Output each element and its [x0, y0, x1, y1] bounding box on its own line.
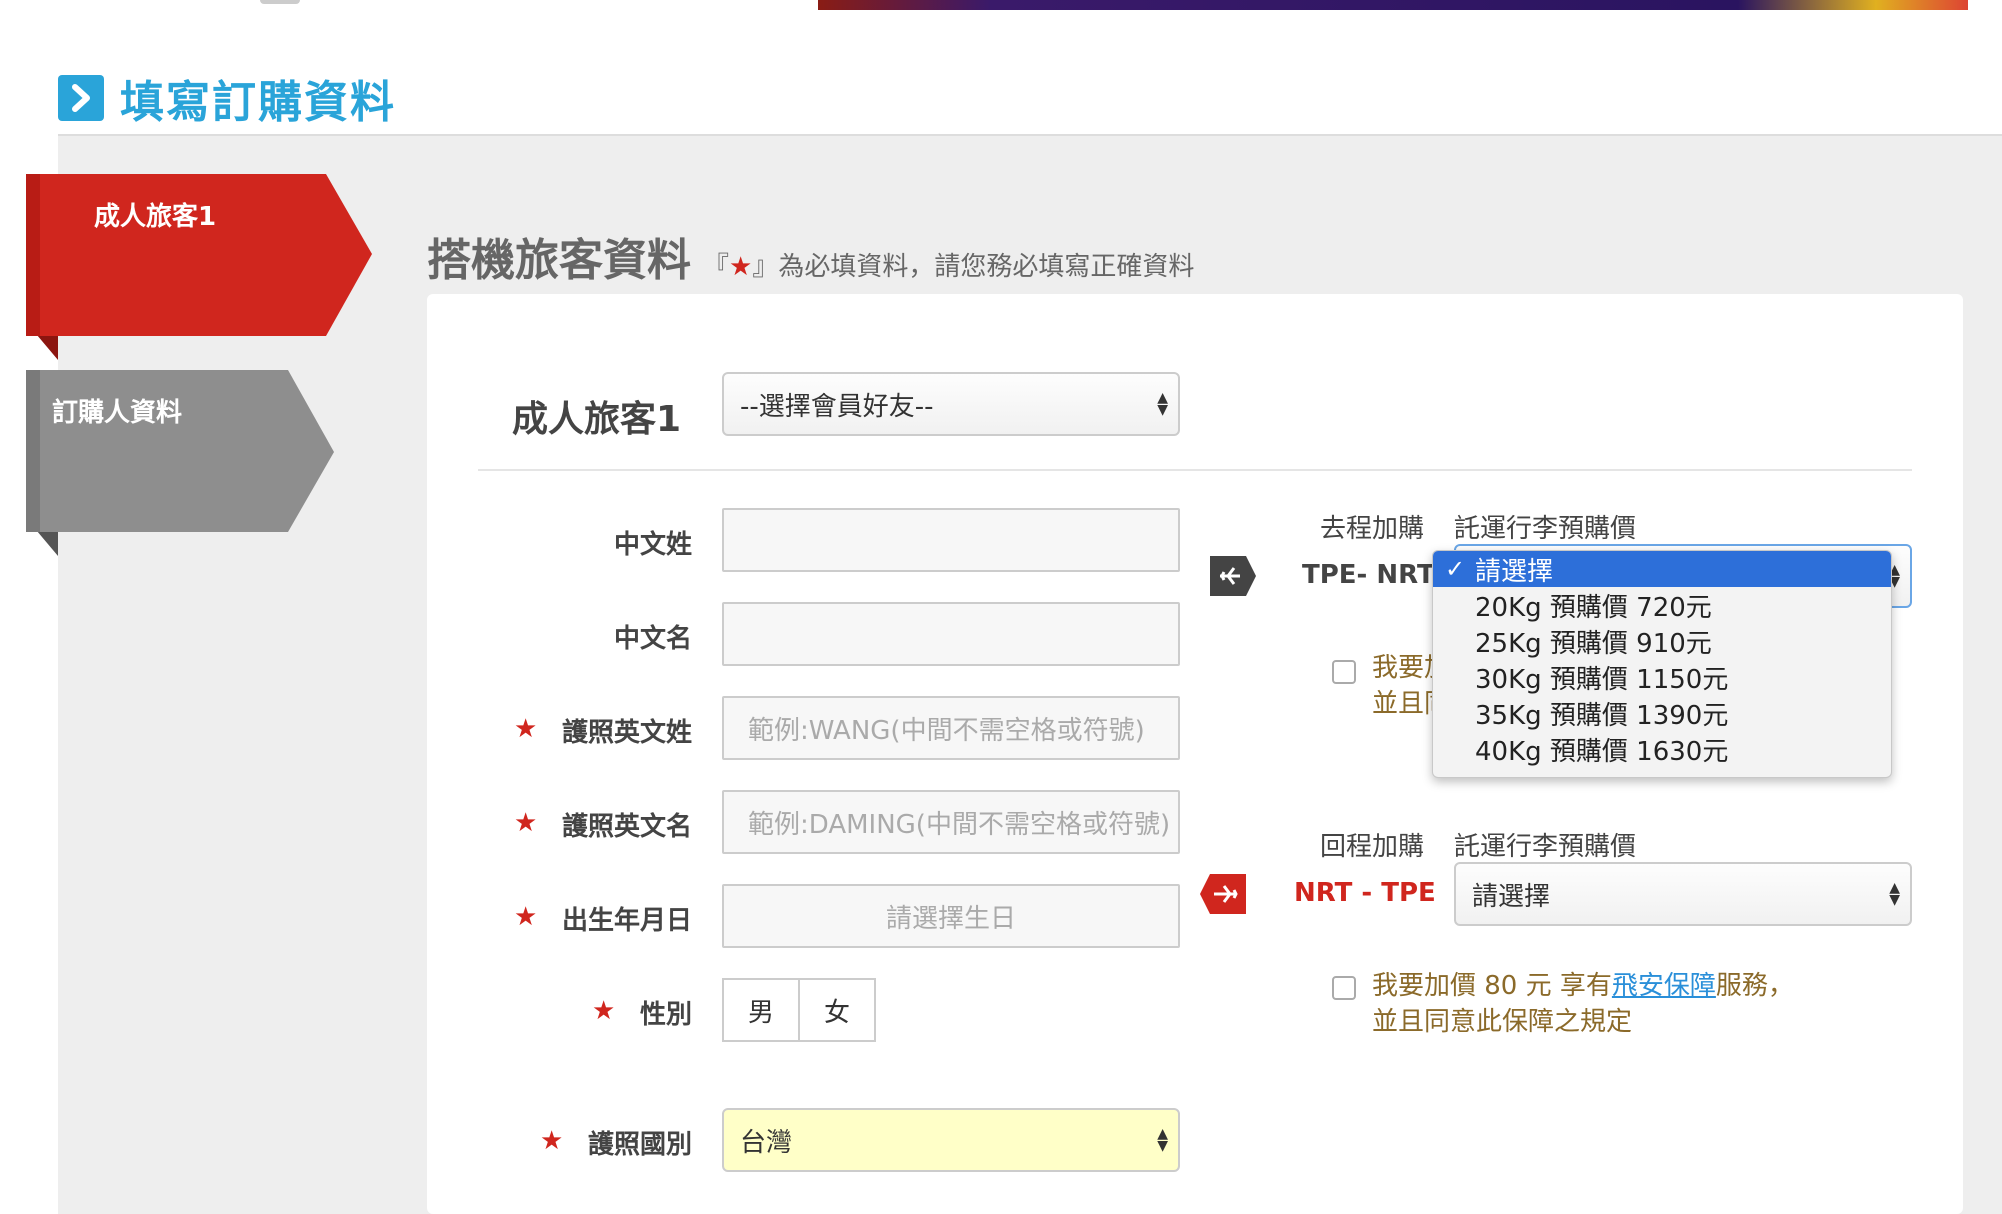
dropdown-option[interactable]: 40Kg 預購價 1630元 [1433, 731, 1891, 767]
top-banner-strip [818, 0, 1968, 10]
cn-last-label: 中文姓 [613, 530, 692, 560]
dropdown-option[interactable]: 35Kg 預購價 1390元 [1433, 695, 1891, 731]
required-note: 『★』為必填資料，請您務必填寫正確資料 [703, 252, 1195, 282]
member-friend-select[interactable]: --選擇會員好友-- ▲ ▼ [722, 372, 1180, 436]
cn-first-input[interactable] [722, 602, 1180, 666]
section-title: 搭機旅客資料 『★』為必填資料，請您務必填寫正確資料 [427, 235, 1195, 286]
return-baggage-select[interactable]: 請選擇 ▲ ▼ [1454, 862, 1912, 926]
en-first-input[interactable]: 範例:DAMING(中間不需空格或符號) [722, 790, 1180, 854]
return-label: 回程加購 [1320, 832, 1425, 862]
return-insurance-checkbox[interactable] [1332, 976, 1356, 1000]
flight-safety-link[interactable]: 飛安保障 [1612, 971, 1716, 1001]
cn-last-input[interactable] [722, 508, 1180, 572]
cn-first-label: 中文名 [613, 624, 692, 654]
required-star: ★ [540, 1126, 564, 1156]
tab-orderer-info[interactable]: 訂購人資料 [26, 370, 346, 556]
page-header: 填寫訂購資料 [58, 66, 396, 130]
plane-arrival-icon [1200, 874, 1246, 914]
page-title: 填寫訂購資料 [120, 77, 396, 128]
outbound-route: TPE- NRT [1302, 560, 1435, 590]
required-star: ★ [514, 808, 538, 838]
en-first-label: 護照英文名 [561, 812, 692, 842]
gender-male-button[interactable]: 男 [724, 980, 798, 1040]
required-star: ★ [514, 714, 538, 744]
plane-departure-icon [1210, 556, 1256, 596]
logo-fragment [260, 0, 300, 4]
up-down-arrows-icon: ▲ ▼ [1889, 880, 1900, 908]
gender-female-button[interactable]: 女 [798, 980, 874, 1040]
en-last-input[interactable]: 範例:WANG(中間不需空格或符號) [722, 696, 1180, 760]
up-down-arrows-icon: ▲ ▼ [1157, 1126, 1168, 1154]
required-star: ★ [592, 996, 616, 1026]
return-baggage-label: 託運行李預購價 [1454, 832, 1637, 862]
gender-label: 性別 [639, 1000, 692, 1030]
nationality-label: 護照國別 [587, 1130, 692, 1160]
outbound-baggage-label: 託運行李預購價 [1454, 514, 1637, 544]
return-route: NRT - TPE [1294, 878, 1436, 908]
chevron-right-icon [58, 75, 104, 121]
outbound-label: 去程加購 [1320, 514, 1425, 544]
baggage-dropdown-menu: ✓ 請選擇 20Kg 預購價 720元 25Kg 預購價 910元 30Kg 預購… [1432, 550, 1892, 778]
return-insurance-text: 我要加價 80 元 享有飛安保障服務， 並且同意此保障之規定 [1372, 971, 1794, 1037]
tab-label: 成人旅客1 [94, 202, 217, 232]
outbound-insurance-checkbox[interactable] [1332, 660, 1356, 684]
nationality-select[interactable]: 台灣 ▲ ▼ [722, 1108, 1180, 1172]
dropdown-option[interactable]: 20Kg 預購價 720元 [1433, 587, 1891, 623]
dropdown-option[interactable]: 25Kg 預購價 910元 [1433, 623, 1891, 659]
checkmark-icon: ✓ [1445, 555, 1466, 583]
dropdown-option[interactable]: ✓ 請選擇 [1433, 551, 1891, 587]
divider [478, 469, 1912, 471]
traveler-heading: 成人旅客1 [512, 399, 682, 440]
dropdown-option[interactable]: 30Kg 預購價 1150元 [1433, 659, 1891, 695]
tab-label: 訂購人資料 [52, 398, 183, 428]
birthday-label: 出生年月日 [561, 906, 692, 936]
tab-adult-traveler-1[interactable]: 成人旅客1 [26, 174, 376, 360]
birthday-input[interactable]: 請選擇生日 [722, 884, 1180, 948]
up-down-arrows-icon: ▲ ▼ [1157, 390, 1168, 418]
required-star: ★ [514, 902, 538, 932]
gender-toggle: 男 女 [722, 978, 876, 1042]
en-last-label: 護照英文姓 [561, 718, 692, 748]
